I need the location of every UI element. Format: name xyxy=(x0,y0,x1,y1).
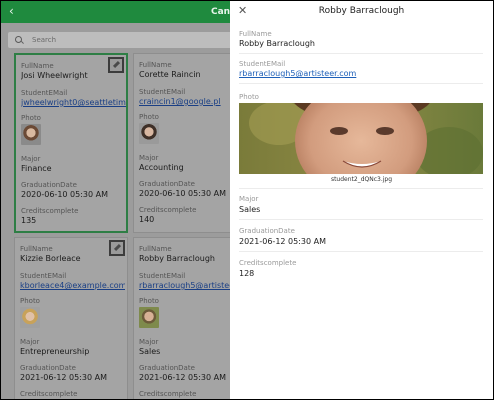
major-value: Sales xyxy=(139,347,161,356)
divider xyxy=(239,53,483,54)
fullname-label: FullName xyxy=(139,61,172,69)
email-label: StudentEMail xyxy=(21,89,68,97)
fullname-value: Robby Barraclough xyxy=(139,254,215,263)
student-photo xyxy=(139,123,159,144)
gallery-area: Search FullName Josi Wheelwright Student… xyxy=(1,23,248,399)
credits-label: Creditscomplete xyxy=(21,207,79,215)
graddate-label: GraduationDate xyxy=(21,181,77,189)
photo-label: Photo xyxy=(20,297,40,305)
student-photo xyxy=(21,124,41,145)
graddate-label: GraduationDate xyxy=(239,227,295,235)
photo-label: Photo xyxy=(239,93,259,101)
graddate-value: 2021-06-12 05:30 AM xyxy=(139,373,227,382)
major-value: Finance xyxy=(21,164,52,173)
divider xyxy=(239,83,483,84)
app-title: Can xyxy=(211,7,231,17)
email-link[interactable]: jwheelwright0@seattletim... xyxy=(21,98,126,108)
student-photo-image xyxy=(239,103,483,174)
credits-label: Creditscomplete xyxy=(20,390,78,398)
graddate-value: 2020-06-10 05:30 AM xyxy=(21,190,109,199)
fullname-label: FullName xyxy=(20,245,53,253)
email-label: StudentEMail xyxy=(239,60,286,68)
back-arrow-icon[interactable]: ‹ xyxy=(9,4,14,18)
divider xyxy=(239,188,483,189)
app-frame: ‹ Can Search FullName Josi Wheelwright S… xyxy=(1,1,493,399)
fullname-value: Kizzie Borleace xyxy=(20,254,81,263)
credits-value: 140 xyxy=(139,215,155,224)
email-link[interactable]: rbarraclough5@artisteer.com xyxy=(239,69,356,79)
edit-icon[interactable] xyxy=(108,57,124,73)
detail-drawer: ✕ Robby Barraclough FullName Robby Barra… xyxy=(230,1,493,399)
photo-label: Photo xyxy=(139,297,159,305)
graddate-label: GraduationDate xyxy=(139,180,195,188)
student-photo xyxy=(239,103,483,174)
student-photo xyxy=(20,307,40,328)
fullname-label: FullName xyxy=(21,62,54,70)
major-label: Major xyxy=(20,338,40,346)
email-label: StudentEMail xyxy=(20,272,67,280)
photo-caption: student2_dQNc3.jpg xyxy=(330,176,393,183)
photo-label: Photo xyxy=(139,113,159,121)
search-placeholder: Search xyxy=(32,36,57,44)
email-link[interactable]: kborleace4@example.com xyxy=(20,281,125,291)
major-label: Major xyxy=(139,338,159,346)
major-label: Major xyxy=(139,154,159,162)
fullname-label: FullName xyxy=(239,30,272,38)
student-photo xyxy=(139,307,159,328)
major-value: Entrepreneurship xyxy=(20,347,90,356)
major-label: Major xyxy=(239,195,259,203)
fullname-label: FullName xyxy=(139,245,172,253)
photo-label: Photo xyxy=(21,114,41,122)
edit-icon[interactable] xyxy=(109,240,125,256)
major-value: Accounting xyxy=(139,163,184,172)
credits-label: Creditscomplete xyxy=(239,259,297,267)
major-value: Sales xyxy=(239,205,261,214)
major-label: Major xyxy=(21,155,41,163)
email-label: StudentEMail xyxy=(139,88,186,96)
email-link[interactable]: craincin1@google.pl xyxy=(139,97,244,107)
credits-value: 128 xyxy=(239,269,255,278)
graddate-value: 2021-06-12 05:30 AM xyxy=(239,237,327,246)
credits-label: Creditscomplete xyxy=(139,390,197,398)
credits-value: 135 xyxy=(21,216,37,225)
drawer-title: Robby Barraclough xyxy=(318,6,405,16)
graddate-value: 2020-06-10 05:30 AM xyxy=(139,189,227,198)
fullname-value: Josi Wheelwright xyxy=(21,71,88,80)
app-header: ‹ Can xyxy=(1,1,231,23)
gallery-card[interactable]: FullName Kizzie Borleace StudentEMail kb… xyxy=(14,237,128,399)
divider xyxy=(239,219,483,220)
graddate-label: GraduationDate xyxy=(20,364,76,372)
email-label: StudentEMail xyxy=(139,272,186,280)
search-input[interactable]: Search xyxy=(8,32,248,48)
search-icon xyxy=(15,36,22,43)
divider xyxy=(239,251,483,252)
graddate-value: 2021-06-12 05:30 AM xyxy=(20,373,108,382)
gallery-card[interactable]: FullName Josi Wheelwright StudentEMail j… xyxy=(14,53,128,233)
fullname-value: Robby Barraclough xyxy=(239,39,315,48)
email-link[interactable]: rbarraclough5@artisteer.com xyxy=(139,281,244,291)
fullname-value: Corette Raincin xyxy=(139,70,201,79)
graddate-label: GraduationDate xyxy=(139,364,195,372)
credits-label: Creditscomplete xyxy=(139,206,197,214)
